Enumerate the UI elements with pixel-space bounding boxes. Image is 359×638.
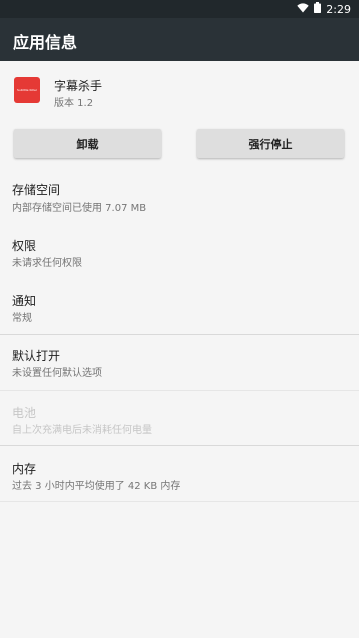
- status-bar-right: 2:29: [297, 2, 351, 16]
- app-icon: Subtitle Killer: [14, 77, 40, 103]
- battery-icon: [314, 2, 322, 16]
- pref-title: 存储空间: [12, 183, 61, 197]
- status-bar: 2:29: [0, 0, 359, 18]
- pref-title: 通知: [12, 294, 37, 308]
- pref-title: 电池: [12, 406, 37, 420]
- divider: [0, 501, 359, 502]
- pref-notifications[interactable]: 通知 常规: [0, 282, 359, 334]
- pref-storage[interactable]: 存储空间 内部存储空间已使用 7.07 MB: [0, 172, 359, 220]
- pref-memory[interactable]: 内存 过去 3 小时内平均使用了 42 KB 内存: [0, 448, 359, 500]
- pref-summary: 未设置任何默认选项: [12, 368, 102, 379]
- divider: [0, 390, 359, 391]
- pref-permissions[interactable]: 权限 未请求任何权限: [0, 227, 359, 275]
- page-title: 应用信息: [13, 33, 78, 52]
- status-time: 2:29: [326, 2, 351, 16]
- uninstall-button[interactable]: 卸载: [14, 129, 161, 158]
- pref-summary: 内部存储空间已使用 7.07 MB: [12, 203, 147, 214]
- app-name: 字幕杀手: [54, 79, 103, 93]
- pref-title: 内存: [12, 462, 37, 476]
- pref-title: 权限: [12, 239, 37, 253]
- divider: [0, 334, 359, 335]
- divider: [0, 445, 359, 446]
- pref-battery: 电池 自上次充满电后未消耗任何电量: [0, 392, 359, 444]
- app-version: 版本 1.2: [54, 98, 94, 109]
- wifi-icon: [297, 2, 309, 16]
- force-stop-button[interactable]: 强行停止: [197, 129, 344, 158]
- pref-summary: 自上次充满电后未消耗任何电量: [12, 425, 152, 436]
- pref-title: 默认打开: [12, 349, 61, 363]
- pref-summary: 常规: [12, 313, 32, 324]
- app-icon-label: Subtitle Killer: [16, 88, 38, 92]
- pref-summary: 过去 3 小时内平均使用了 42 KB 内存: [12, 481, 181, 492]
- pref-open-by-default[interactable]: 默认打开 未设置任何默认选项: [0, 337, 359, 389]
- app-header: Subtitle Killer 字幕杀手 版本 1.2: [0, 61, 359, 119]
- pref-summary: 未请求任何权限: [12, 258, 82, 269]
- toolbar: 应用信息: [0, 18, 359, 61]
